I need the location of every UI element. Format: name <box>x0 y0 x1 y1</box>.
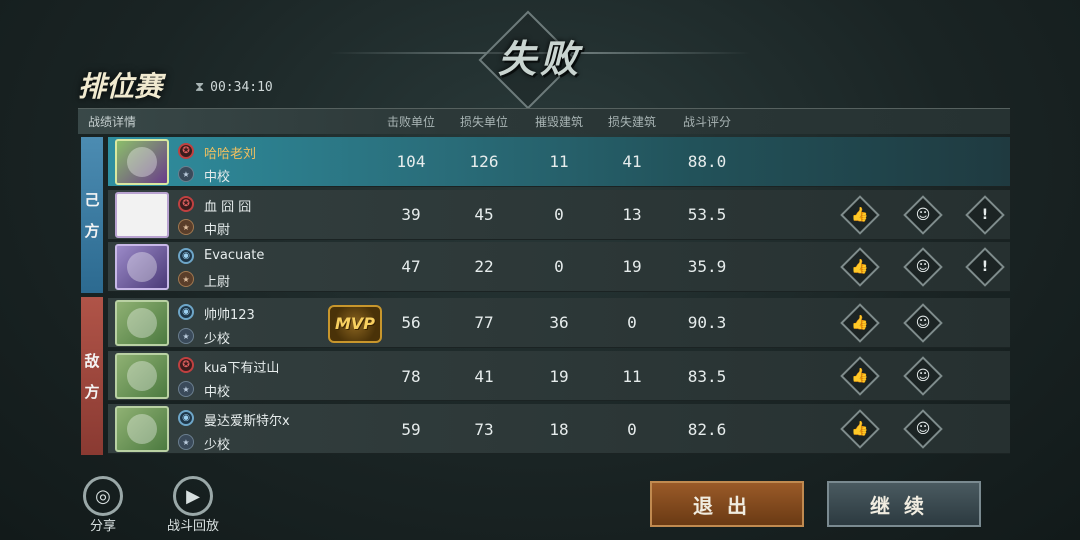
red-faction-icon: ✪ <box>178 196 194 212</box>
thumbs-up-icon: 👍 <box>851 421 869 437</box>
player-name: kua下有过山 <box>204 361 280 376</box>
add-friend-icon: ☺ <box>915 259 931 275</box>
match-timer: ⧗ 00:34:10 <box>195 80 273 95</box>
col-header-score: 战斗评分 <box>682 115 731 129</box>
stat-kills: 59 <box>401 420 421 439</box>
stat-lost-buildings: 13 <box>622 205 642 224</box>
player-name: 帅帅123 <box>204 308 255 323</box>
timer-value: 00:34:10 <box>210 80 273 95</box>
add-friend-icon: ☺ <box>915 421 931 437</box>
player-name: 血 囧 囧 <box>204 200 252 215</box>
avatar[interactable] <box>115 353 169 399</box>
stat-destroyed: 36 <box>549 313 569 332</box>
stat-losses: 77 <box>474 313 494 332</box>
stat-destroyed: 11 <box>549 152 569 171</box>
player-rank: 中尉 <box>204 223 231 238</box>
section-label: 战绩详情 <box>88 115 137 129</box>
avatar[interactable] <box>115 244 169 290</box>
rank-icon: ★ <box>178 219 194 235</box>
warning-icon: ! <box>981 259 989 275</box>
col-header-kills: 击败单位 <box>386 115 435 129</box>
team-own-char-2: 方 <box>84 222 100 240</box>
team-tag-enemy: 敌 方 <box>81 297 103 455</box>
mode-title: 排位赛 <box>78 70 163 103</box>
rank-icon: ★ <box>178 328 194 344</box>
thumbs-up-icon: 👍 <box>851 207 869 223</box>
replay-icon[interactable]: ▶ <box>173 476 213 516</box>
share-label[interactable]: 分享 <box>78 515 128 534</box>
continue-button[interactable]: 继续 <box>827 481 981 527</box>
stat-lost-buildings: 41 <box>622 152 642 171</box>
stat-losses: 73 <box>474 420 494 439</box>
player-rank: 少校 <box>204 332 231 347</box>
player-name: 哈哈老刘 <box>204 147 257 162</box>
stat-score: 53.5 <box>687 205 727 224</box>
replay-label[interactable]: 战斗回放 <box>158 515 228 534</box>
rank-icon: ★ <box>178 166 194 182</box>
stat-losses: 41 <box>474 367 494 386</box>
rank-icon: ★ <box>178 381 194 397</box>
add-friend-icon: ☺ <box>915 207 931 223</box>
stat-kills: 56 <box>401 313 421 332</box>
stat-lost-buildings: 11 <box>622 367 642 386</box>
avatar[interactable] <box>115 300 169 346</box>
player-rank: 中校 <box>204 170 231 185</box>
team-tag-own: 己 方 <box>81 137 103 293</box>
rank-icon: ★ <box>178 271 194 287</box>
stat-lost-buildings: 0 <box>627 313 637 332</box>
red-faction-icon: ✪ <box>178 143 194 159</box>
col-header-destroyed: 摧毁建筑 <box>534 115 583 129</box>
blue-faction-icon: ◉ <box>178 304 194 320</box>
stat-losses: 22 <box>474 257 494 276</box>
rank-icon: ★ <box>178 434 194 450</box>
stat-lost-buildings: 19 <box>622 257 642 276</box>
stat-destroyed: 0 <box>554 205 564 224</box>
stat-lost-buildings: 0 <box>627 420 637 439</box>
stat-score: 35.9 <box>687 257 727 276</box>
stat-score: 82.6 <box>687 420 727 439</box>
red-faction-icon: ✪ <box>178 357 194 373</box>
avatar[interactable] <box>115 139 169 185</box>
player-rank: 中校 <box>204 385 231 400</box>
stat-kills: 47 <box>401 257 421 276</box>
avatar[interactable] <box>115 406 169 452</box>
add-friend-icon: ☺ <box>915 368 931 384</box>
thumbs-up-icon: 👍 <box>851 259 869 275</box>
stat-destroyed: 19 <box>549 367 569 386</box>
stat-kills: 104 <box>396 152 426 171</box>
stat-score: 83.5 <box>687 367 727 386</box>
player-name: 曼达爱斯特尔x <box>204 414 290 429</box>
player-rank: 少校 <box>204 438 231 453</box>
team-own-char-1: 己 <box>84 191 100 209</box>
warning-icon: ! <box>981 207 989 223</box>
avatar[interactable] <box>115 192 169 238</box>
stat-losses: 45 <box>474 205 494 224</box>
stat-score: 90.3 <box>687 313 727 332</box>
result-title: 失败 <box>497 37 582 81</box>
hourglass-icon: ⧗ <box>195 80 205 95</box>
team-enemy-char-1: 敌 <box>84 352 100 370</box>
stat-kills: 39 <box>401 205 421 224</box>
player-rank: 上尉 <box>204 275 231 290</box>
stat-losses: 126 <box>469 152 499 171</box>
add-friend-icon: ☺ <box>915 315 931 331</box>
blue-faction-icon: ◉ <box>178 248 194 264</box>
blue-faction-icon: ◉ <box>178 410 194 426</box>
team-enemy-char-2: 方 <box>84 383 100 401</box>
stat-destroyed: 0 <box>554 257 564 276</box>
thumbs-up-icon: 👍 <box>851 368 869 384</box>
exit-button[interactable]: 退出 <box>650 481 804 527</box>
col-header-lost-buildings: 损失建筑 <box>607 115 656 129</box>
col-header-losses: 损失单位 <box>459 115 508 129</box>
share-icon[interactable]: ◎ <box>83 476 123 516</box>
thumbs-up-icon: 👍 <box>851 315 869 331</box>
stat-destroyed: 18 <box>549 420 569 439</box>
stat-score: 88.0 <box>687 152 727 171</box>
stat-kills: 78 <box>401 367 421 386</box>
player-name: Evacuate <box>204 248 265 263</box>
